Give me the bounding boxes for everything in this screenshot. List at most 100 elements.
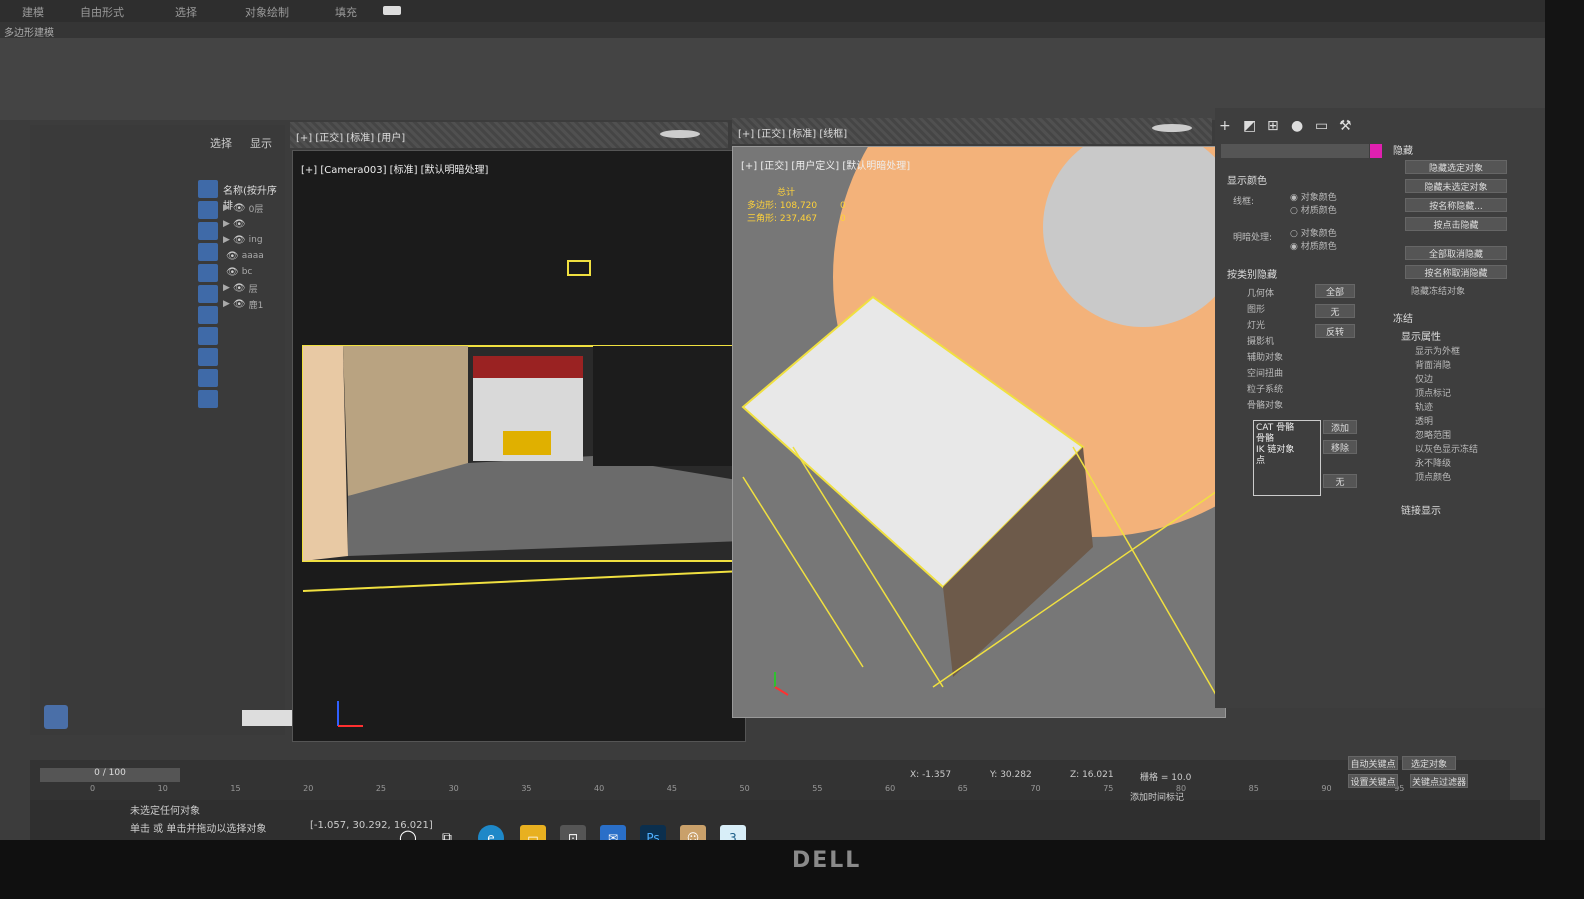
tree-row[interactable]: ▶ 👁 鹿1 — [223, 296, 293, 312]
add-button[interactable]: 添加 — [1323, 420, 1357, 434]
list-item[interactable]: 点 — [1256, 456, 1318, 467]
vertex-ticks-checkbox[interactable]: 顶点标记 — [1415, 386, 1451, 399]
remove-button[interactable]: 移除 — [1323, 440, 1357, 454]
eye-icon[interactable]: 👁 — [226, 267, 239, 278]
category-particles-checkbox[interactable]: 粒子系统 — [1247, 382, 1283, 395]
trajectory-checkbox[interactable]: 轨迹 — [1415, 400, 1433, 413]
eye-icon[interactable]: 👁 — [233, 235, 246, 246]
toggle-ribbon-icon[interactable] — [383, 6, 401, 15]
eye-icon[interactable]: 👁 — [233, 283, 246, 294]
all-button[interactable]: 全部 — [1315, 284, 1355, 298]
viewport-camera[interactable]: [+] [Camera003] [标准] [默认明暗处理] — [292, 150, 746, 742]
filter-shapes-icon[interactable] — [198, 201, 218, 219]
time-slider[interactable]: 0 / 100 — [40, 768, 180, 782]
tab-display[interactable]: 显示 — [250, 135, 272, 151]
add-time-tag[interactable]: 添加时间标记 — [1130, 790, 1184, 803]
3dsmax-icon[interactable]: 3 — [720, 825, 746, 840]
motion-tab-icon[interactable]: ● — [1291, 118, 1303, 134]
category-geometry-checkbox[interactable]: 几何体 — [1247, 286, 1274, 299]
store-icon[interactable]: ⊡ — [560, 825, 586, 840]
menu-populate[interactable]: 填充 — [335, 4, 357, 20]
filter-bones-icon[interactable] — [198, 348, 218, 366]
link-display-rollout[interactable]: 链接显示 — [1401, 502, 1441, 517]
display-color-rollout[interactable]: 显示颜色 — [1227, 172, 1267, 187]
auto-key-button[interactable]: 自动关键点 — [1348, 756, 1398, 770]
eye-icon[interactable]: 👁 — [233, 219, 246, 230]
viewcube-icon[interactable] — [660, 130, 700, 138]
freeze-rollout[interactable]: 冻结 — [1393, 310, 1413, 325]
tree-row[interactable]: ▶ 👁 层 — [223, 280, 293, 296]
category-bones-checkbox[interactable]: 骨骼对象 — [1247, 398, 1283, 411]
viewport-header-label[interactable]: [+] [正交] [标准] [线框] — [738, 125, 847, 140]
wire-object-color-radio[interactable]: ◉ 对象颜色 — [1290, 190, 1337, 203]
viewport-layout-icon[interactable] — [44, 705, 68, 729]
mail-icon[interactable]: ✉ — [600, 825, 626, 840]
eye-icon[interactable]: 👁 — [226, 251, 239, 262]
invert-button[interactable]: 反转 — [1315, 324, 1355, 338]
y-coordinate[interactable]: Y: 30.282 — [990, 770, 1032, 780]
menu-object-paint[interactable]: 对象绘制 — [245, 4, 289, 20]
display-as-box-checkbox[interactable]: 显示为外框 — [1415, 344, 1460, 357]
show-frozen-gray-checkbox[interactable]: 以灰色显示冻结 — [1415, 442, 1478, 455]
edges-only-checkbox[interactable]: 仅边 — [1415, 372, 1433, 385]
unhide-all-button[interactable]: 全部取消隐藏 — [1405, 246, 1507, 260]
see-through-checkbox[interactable]: 透明 — [1415, 414, 1433, 427]
none-button[interactable]: 无 — [1315, 304, 1355, 318]
list-item[interactable]: 骨骼 — [1256, 434, 1318, 445]
filter-lights-icon[interactable] — [198, 222, 218, 240]
hide-by-category-rollout[interactable]: 按类别隐藏 — [1227, 266, 1277, 281]
hierarchy-tab-icon[interactable]: ⊞ — [1267, 118, 1279, 134]
ignore-extents-checkbox[interactable]: 忽略范围 — [1415, 428, 1451, 441]
tree-row[interactable]: 👁 aaaa — [223, 248, 293, 264]
modify-tab-icon[interactable]: ◩ — [1243, 118, 1256, 134]
hide-by-hit-button[interactable]: 按点击隐藏 — [1405, 217, 1507, 231]
viewport-header-label[interactable]: [+] [正交] [标准] [用户] — [296, 129, 405, 144]
hide-unselected-button[interactable]: 隐藏未选定对象 — [1405, 179, 1507, 193]
category-list[interactable]: CAT 骨骼 骨骼 IK 链对象 点 — [1253, 420, 1321, 496]
object-name-field[interactable] — [1221, 144, 1369, 158]
display-tab-icon[interactable]: ▭ — [1315, 118, 1328, 134]
utilities-tab-icon[interactable]: ⚒ — [1339, 118, 1352, 134]
tree-row[interactable]: ▶ 👁 0层 — [223, 200, 293, 216]
filter-geometry-icon[interactable] — [198, 180, 218, 198]
never-degrade-checkbox[interactable]: 永不降级 — [1415, 456, 1451, 469]
list-item[interactable]: IK 链对象 — [1256, 445, 1318, 456]
filter-cameras-icon[interactable] — [198, 243, 218, 261]
hide-by-name-button[interactable]: 按名称隐藏... — [1405, 198, 1507, 212]
tree-row[interactable]: ▶ 👁 ing — [223, 232, 293, 248]
hide-rollout[interactable]: 隐藏 — [1393, 142, 1413, 157]
shaded-object-color-radio[interactable]: ○ 对象颜色 — [1290, 226, 1337, 239]
tree-row[interactable]: 👁 bc — [223, 264, 293, 280]
category-helpers-checkbox[interactable]: 辅助对象 — [1247, 350, 1283, 363]
z-coordinate[interactable]: Z: 16.021 — [1070, 770, 1114, 780]
search-icon[interactable]: ◯ — [395, 825, 421, 840]
x-coordinate[interactable]: X: -1.357 — [910, 770, 951, 780]
filter-groups-icon[interactable] — [198, 306, 218, 324]
display-properties-rollout[interactable]: 显示属性 — [1401, 328, 1441, 343]
tree-row[interactable]: ▶ 👁 — [223, 216, 293, 232]
viewport-label[interactable]: [+] [正交] [用户定义] [默认明暗处理] — [741, 157, 910, 172]
hide-selected-button[interactable]: 隐藏选定对象 — [1405, 160, 1507, 174]
filter-helpers-icon[interactable] — [198, 264, 218, 282]
shaded-material-color-radio[interactable]: ◉ 材质颜色 — [1290, 239, 1337, 252]
timeline[interactable]: 0 / 100 0 10 15 20 25 30 35 40 45 50 55 … — [30, 760, 1510, 800]
hide-frozen-checkbox[interactable]: 隐藏冻结对象 — [1411, 284, 1465, 297]
menu-freeform[interactable]: 自由形式 — [80, 4, 124, 20]
viewcube-icon[interactable] — [1152, 124, 1192, 132]
filter-containers-icon[interactable] — [198, 369, 218, 387]
backface-cull-checkbox[interactable]: 背面消隐 — [1415, 358, 1451, 371]
tab-select[interactable]: 选择 — [210, 135, 232, 151]
create-tab-icon[interactable]: + — [1219, 118, 1231, 134]
filter-frozen-icon[interactable] — [198, 390, 218, 408]
avatar-app-icon[interactable]: ☺ — [680, 825, 706, 840]
photoshop-icon[interactable]: Ps — [640, 825, 666, 840]
unhide-by-name-button[interactable]: 按名称取消隐藏 — [1405, 265, 1507, 279]
category-lights-checkbox[interactable]: 灯光 — [1247, 318, 1265, 331]
eye-icon[interactable]: 👁 — [233, 203, 246, 214]
vertex-colors-checkbox[interactable]: 顶点颜色 — [1415, 470, 1451, 483]
task-view-icon[interactable]: ⧉ — [434, 825, 460, 840]
key-filters-button[interactable]: 关键点过滤器 — [1410, 774, 1468, 788]
wire-material-color-radio[interactable]: ○ 材质颜色 — [1290, 203, 1337, 216]
selected-dropdown[interactable]: 选定对象 — [1402, 756, 1456, 770]
category-shapes-checkbox[interactable]: 图形 — [1247, 302, 1265, 315]
